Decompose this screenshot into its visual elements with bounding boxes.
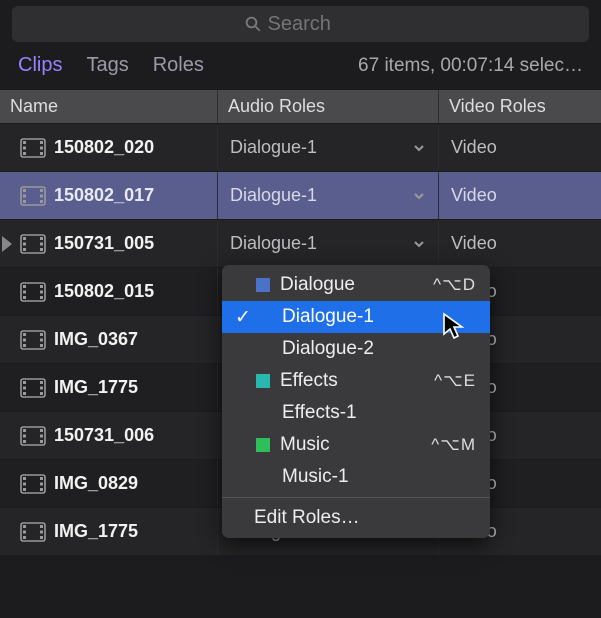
menu-group-music[interactable]: Music^⌥M [222,429,490,461]
clip-name-cell[interactable]: 150731_005 [0,220,218,267]
search-field[interactable] [12,6,589,42]
clip-icon [20,522,46,542]
selection-status: 67 items, 00:07:14 selec… [358,55,583,77]
audio-role-dropdown[interactable]: Dialogue-1 [218,172,439,219]
menu-item-label: Music [280,434,431,456]
menu-item-label: Dialogue-2 [282,338,476,360]
menu-group-dialogue[interactable]: Dialogue^⌥D [222,269,490,301]
menu-item-label: Edit Roles… [254,507,476,529]
filter-tabs: Clips Tags Roles 67 items, 00:07:14 sele… [0,46,601,89]
menu-shortcut: ^⌥D [433,275,476,295]
clip-icon [20,282,46,302]
menu-item-label: Music-1 [282,466,476,488]
tab-roles[interactable]: Roles [153,54,204,77]
clip-icon [20,330,46,350]
clip-name-cell[interactable]: IMG_1775 [0,508,218,555]
audio-roles-menu: Dialogue^⌥D✓Dialogue-1Dialogue-2Effects^… [222,265,490,538]
clip-icon [20,234,46,254]
clip-name-cell[interactable]: 150802_020 [0,124,218,171]
tab-clips[interactable]: Clips [18,54,62,77]
clip-name: 150802_015 [54,281,154,302]
audio-role-value: Dialogue-1 [230,233,317,254]
clip-name: IMG_0367 [54,329,138,350]
audio-role-value: Dialogue-1 [230,185,317,206]
column-headers: Name Audio Roles Video Roles [0,89,601,124]
table-row[interactable]: 150802_020 Dialogue-1 Video [0,124,601,172]
menu-item-label: Effects-1 [282,402,476,424]
clip-icon [20,474,46,494]
table-row[interactable]: 150731_005 Dialogue-1 Video [0,220,601,268]
tab-tags[interactable]: Tags [86,54,128,77]
menu-group-effects[interactable]: Effects^⌥E [222,365,490,397]
clip-name: 150802_017 [54,185,154,206]
search-icon [244,15,262,33]
audio-role-value: Dialogue-1 [230,137,317,158]
search-input[interactable] [268,13,358,36]
clip-name-cell[interactable]: IMG_0367 [0,316,218,363]
video-role-value: Video [451,137,497,158]
video-role-cell: Video [439,172,601,219]
clip-icon [20,378,46,398]
clip-name: 150731_006 [54,425,154,446]
menu-item-label: Effects [280,370,434,392]
video-role-cell: Video [439,220,601,267]
menu-item-label: Dialogue [280,274,433,296]
clip-name: IMG_0829 [54,473,138,494]
clip-name-cell[interactable]: 150731_006 [0,412,218,459]
table-row[interactable]: 150802_017 Dialogue-1 Video [0,172,601,220]
clip-name-cell[interactable]: IMG_1775 [0,364,218,411]
menu-item-dialogue-2[interactable]: Dialogue-2 [222,333,490,365]
chevron-down-icon [412,237,426,251]
video-role-value: Video [451,233,497,254]
column-header-audio[interactable]: Audio Roles [218,90,439,123]
menu-item-label: Dialogue-1 [282,306,476,328]
column-header-video[interactable]: Video Roles [439,90,601,123]
clip-icon [20,186,46,206]
menu-item-effects-1[interactable]: Effects-1 [222,397,490,429]
role-color-swatch [256,374,270,388]
role-color-swatch [256,278,270,292]
role-color-swatch [256,438,270,452]
column-header-name[interactable]: Name [0,90,218,123]
clip-icon [20,138,46,158]
chevron-down-icon [412,141,426,155]
clip-name-cell[interactable]: IMG_0829 [0,460,218,507]
menu-edit-roles[interactable]: Edit Roles… [222,502,490,534]
playhead-indicator [2,236,12,252]
menu-item-dialogue-1[interactable]: ✓ Dialogue-1 [222,301,490,333]
checkmark-icon: ✓ [232,306,254,329]
clip-icon [20,426,46,446]
menu-separator [222,497,490,498]
menu-item-music-1[interactable]: Music-1 [222,461,490,493]
clip-name: IMG_1775 [54,521,138,542]
menu-shortcut: ^⌥E [434,371,476,391]
video-role-cell: Video [439,124,601,171]
menu-shortcut: ^⌥M [431,435,476,455]
audio-role-dropdown[interactable]: Dialogue-1 [218,220,439,267]
clip-name-cell[interactable]: 150802_017 [0,172,218,219]
audio-role-dropdown[interactable]: Dialogue-1 [218,124,439,171]
chevron-down-icon [412,189,426,203]
clip-name: 150802_020 [54,137,154,158]
clip-name: 150731_005 [54,233,154,254]
clip-name: IMG_1775 [54,377,138,398]
video-role-value: Video [451,185,497,206]
clip-name-cell[interactable]: 150802_015 [0,268,218,315]
